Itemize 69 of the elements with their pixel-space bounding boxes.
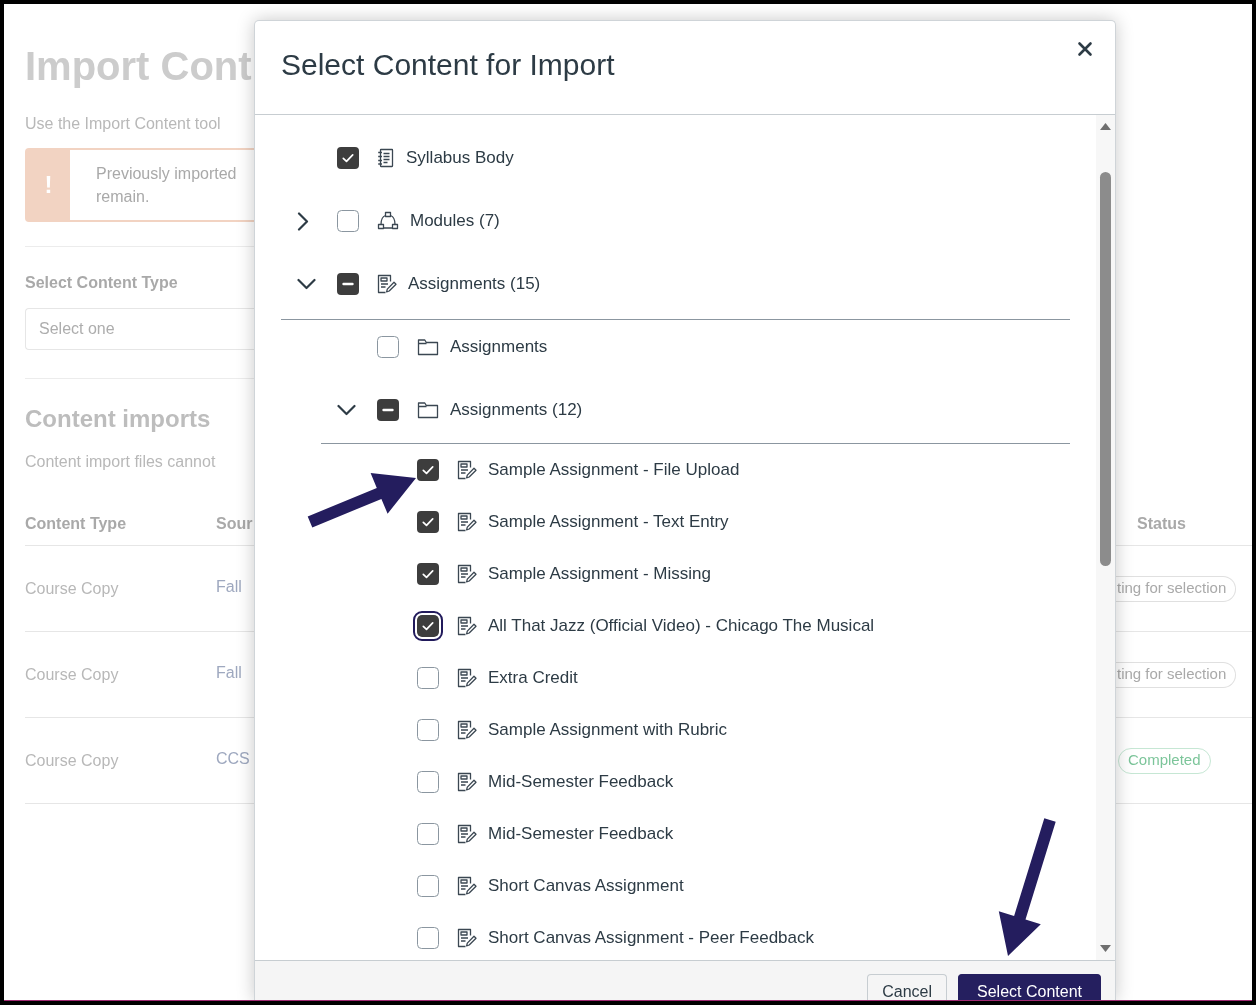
tree-item-label[interactable]: Assignments (12) [450, 399, 583, 421]
network-icon [377, 211, 399, 231]
tree-item-label[interactable]: Sample Assignment - File Upload [488, 459, 740, 481]
cancel-button[interactable]: Cancel [867, 974, 948, 1000]
column-header: Sour [216, 513, 253, 534]
field-label: Select Content Type [25, 273, 178, 293]
table-cell: Course Copy [25, 579, 119, 597]
intro-text: Use the Import Content tool [25, 114, 221, 134]
document-pencil-icon [457, 928, 477, 948]
folder-icon [417, 338, 439, 356]
document-pencil-icon [457, 668, 477, 688]
document-pencil-icon [377, 274, 397, 294]
scrollbar-thumb[interactable] [1100, 172, 1111, 566]
tree-item-label[interactable]: Sample Assignment with Rubric [488, 719, 728, 741]
close-button[interactable] [1077, 41, 1093, 57]
column-header: Status [1137, 513, 1186, 534]
notebook-icon [377, 148, 395, 168]
tree-item-label[interactable]: Mid-Semester Feedback [488, 771, 674, 793]
document-pencil-icon [457, 564, 477, 584]
chevron-down-icon[interactable] [337, 404, 356, 416]
submit-button[interactable]: Select Content [958, 974, 1101, 1000]
document-pencil-icon [457, 512, 477, 532]
checkbox[interactable] [417, 511, 439, 533]
section-heading: Content imports [25, 404, 211, 434]
document-pencil-icon [457, 824, 477, 844]
tree-item-label[interactable]: Short Canvas Assignment [488, 875, 684, 897]
tree-item-label[interactable]: Syllabus Body [406, 147, 514, 169]
checkbox[interactable] [417, 667, 439, 689]
tree-item-label[interactable]: Modules (7) [410, 210, 500, 232]
document-pencil-icon [457, 772, 477, 792]
checkbox[interactable] [417, 927, 439, 949]
checkbox[interactable] [377, 336, 399, 358]
tree-item-label[interactable]: All That Jazz (Official Video) - Chicago The Musical [488, 615, 875, 637]
scroll-down-icon[interactable] [1100, 945, 1111, 952]
document-pencil-icon [457, 720, 477, 740]
tree-item-label[interactable]: Assignments (15) [408, 273, 541, 295]
table-cell: Course Copy [25, 751, 119, 769]
checkbox[interactable] [337, 273, 359, 295]
checkbox[interactable] [417, 563, 439, 585]
tree-item-label[interactable]: Mid-Semester Feedback [488, 823, 674, 845]
dialog-title: Select Content for Import [281, 47, 615, 83]
scrollbar-track[interactable] [1096, 115, 1115, 960]
checkbox[interactable] [337, 147, 359, 169]
document-pencil-icon [457, 460, 477, 480]
tree-item-label[interactable]: Assignments [450, 336, 548, 358]
tree-item-label[interactable]: Extra Credit [488, 667, 578, 689]
alert-text: remain. [96, 187, 150, 207]
select-field[interactable]: Select one [25, 308, 254, 350]
column-header: Content Type [25, 514, 127, 532]
chevron-down-icon[interactable] [297, 278, 316, 290]
tree-item-label[interactable]: Short Canvas Assignment - Peer Feedback [488, 927, 814, 949]
document-pencil-icon [457, 616, 477, 636]
checkbox[interactable] [337, 210, 359, 232]
checkbox[interactable] [377, 399, 399, 421]
checkbox[interactable] [417, 823, 439, 845]
folder-icon [417, 401, 439, 419]
alert-icon: ! [27, 150, 70, 220]
chevron-right-icon[interactable] [297, 211, 309, 231]
checkbox[interactable] [417, 459, 439, 481]
table-cell: Course Copy [25, 665, 119, 683]
checkbox[interactable] [417, 719, 439, 741]
scroll-up-icon[interactable] [1100, 123, 1111, 130]
checkbox[interactable] [417, 771, 439, 793]
section-note: Content import files cannot [25, 452, 216, 472]
alert-text: Previously imported [96, 164, 237, 184]
checkbox[interactable] [417, 875, 439, 897]
tree-item-label[interactable]: Sample Assignment - Missing [488, 563, 711, 585]
document-pencil-icon [457, 876, 477, 896]
tree-item-label[interactable]: Sample Assignment - Text Entry [488, 511, 729, 533]
